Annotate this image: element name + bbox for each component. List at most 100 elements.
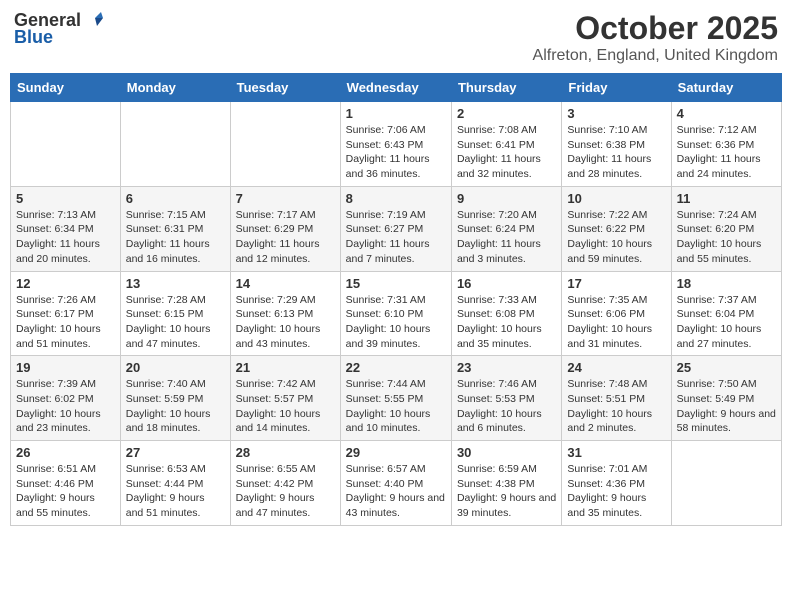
day-info: Sunrise: 6:57 AM Sunset: 4:40 PM Dayligh… [346,462,446,521]
day-number: 9 [457,191,556,206]
calendar-header-row: SundayMondayTuesdayWednesdayThursdayFrid… [11,74,782,102]
weekday-header: Sunday [11,74,121,102]
day-info: Sunrise: 7:44 AM Sunset: 5:55 PM Dayligh… [346,377,446,436]
day-number: 12 [16,276,115,291]
day-number: 5 [16,191,115,206]
calendar-cell [11,102,121,187]
calendar-cell: 16 Sunrise: 7:33 AM Sunset: 6:08 PM Dayli… [451,271,561,356]
calendar-cell: 26 Sunrise: 6:51 AM Sunset: 4:46 PM Dayli… [11,441,121,526]
day-info: Sunrise: 7:10 AM Sunset: 6:38 PM Dayligh… [567,123,665,182]
day-number: 26 [16,445,115,460]
day-number: 13 [126,276,225,291]
day-number: 28 [236,445,335,460]
day-info: Sunrise: 7:26 AM Sunset: 6:17 PM Dayligh… [16,293,115,352]
day-info: Sunrise: 7:48 AM Sunset: 5:51 PM Dayligh… [567,377,665,436]
day-number: 2 [457,106,556,121]
day-info: Sunrise: 7:50 AM Sunset: 5:49 PM Dayligh… [677,377,776,436]
day-number: 3 [567,106,665,121]
day-info: Sunrise: 7:40 AM Sunset: 5:59 PM Dayligh… [126,377,225,436]
calendar-cell: 7Sunrise: 7:17 AM Sunset: 6:29 PM Daylig… [230,186,340,271]
calendar-cell: 8Sunrise: 7:19 AM Sunset: 6:27 PM Daylig… [340,186,451,271]
calendar-week-row: 1 Sunrise: 7:06 AM Sunset: 6:43 PM Daylig… [11,102,782,187]
weekday-header: Thursday [451,74,561,102]
day-info: Sunrise: 7:42 AM Sunset: 5:57 PM Dayligh… [236,377,335,436]
calendar-cell: 6Sunrise: 7:15 AM Sunset: 6:31 PM Daylig… [120,186,230,271]
day-info: Sunrise: 7:20 AM Sunset: 6:24 PM Dayligh… [457,208,556,267]
day-info: Sunrise: 7:31 AM Sunset: 6:10 PM Dayligh… [346,293,446,352]
weekday-header: Friday [562,74,671,102]
calendar-cell: 30Sunrise: 6:59 AM Sunset: 4:38 PM Dayli… [451,441,561,526]
calendar-cell: 10 Sunrise: 7:22 AM Sunset: 6:22 PM Dayli… [562,186,671,271]
calendar-cell: 18 Sunrise: 7:37 AM Sunset: 6:04 PM Dayli… [671,271,781,356]
day-number: 10 [567,191,665,206]
day-info: Sunrise: 7:35 AM Sunset: 6:06 PM Dayligh… [567,293,665,352]
day-info: Sunrise: 7:46 AM Sunset: 5:53 PM Dayligh… [457,377,556,436]
day-info: Sunrise: 7:06 AM Sunset: 6:43 PM Dayligh… [346,123,446,182]
day-info: Sunrise: 7:33 AM Sunset: 6:08 PM Dayligh… [457,293,556,352]
day-info: Sunrise: 7:22 AM Sunset: 6:22 PM Dayligh… [567,208,665,267]
day-number: 4 [677,106,776,121]
day-info: Sunrise: 7:19 AM Sunset: 6:27 PM Dayligh… [346,208,446,267]
day-number: 18 [677,276,776,291]
calendar-cell [230,102,340,187]
day-info: Sunrise: 7:12 AM Sunset: 6:36 PM Dayligh… [677,123,776,182]
calendar-cell: 15 Sunrise: 7:31 AM Sunset: 6:10 PM Dayli… [340,271,451,356]
day-info: Sunrise: 7:39 AM Sunset: 6:02 PM Dayligh… [16,377,115,436]
day-number: 15 [346,276,446,291]
calendar-cell [120,102,230,187]
calendar-cell: 27Sunrise: 6:53 AM Sunset: 4:44 PM Dayli… [120,441,230,526]
calendar-cell: 31Sunrise: 7:01 AM Sunset: 4:36 PM Dayli… [562,441,671,526]
day-info: Sunrise: 7:08 AM Sunset: 6:41 PM Dayligh… [457,123,556,182]
day-number: 21 [236,360,335,375]
logo-bird-icon [83,8,105,30]
day-info: Sunrise: 7:24 AM Sunset: 6:20 PM Dayligh… [677,208,776,267]
calendar-week-row: 12 Sunrise: 7:26 AM Sunset: 6:17 PM Dayli… [11,271,782,356]
location-title: Alfreton, England, United Kingdom [533,47,778,65]
calendar-week-row: 26 Sunrise: 6:51 AM Sunset: 4:46 PM Dayli… [11,441,782,526]
calendar-cell: 28 Sunrise: 6:55 AM Sunset: 4:42 PM Dayli… [230,441,340,526]
day-number: 23 [457,360,556,375]
day-info: Sunrise: 7:17 AM Sunset: 6:29 PM Dayligh… [236,208,335,267]
day-info: Sunrise: 6:55 AM Sunset: 4:42 PM Dayligh… [236,462,335,521]
calendar-cell: 1 Sunrise: 7:06 AM Sunset: 6:43 PM Daylig… [340,102,451,187]
day-number: 14 [236,276,335,291]
weekday-header: Wednesday [340,74,451,102]
calendar-cell: 23 Sunrise: 7:46 AM Sunset: 5:53 PM Dayli… [451,356,561,441]
logo: General Blue [14,10,105,48]
calendar-cell: 24 Sunrise: 7:48 AM Sunset: 5:51 PM Dayli… [562,356,671,441]
day-number: 25 [677,360,776,375]
weekday-header: Tuesday [230,74,340,102]
calendar-week-row: 5Sunrise: 7:13 AM Sunset: 6:34 PM Daylig… [11,186,782,271]
calendar-cell: 4 Sunrise: 7:12 AM Sunset: 6:36 PM Daylig… [671,102,781,187]
day-number: 20 [126,360,225,375]
calendar-cell: 3 Sunrise: 7:10 AM Sunset: 6:38 PM Daylig… [562,102,671,187]
calendar-table: SundayMondayTuesdayWednesdayThursdayFrid… [10,73,782,526]
day-info: Sunrise: 7:37 AM Sunset: 6:04 PM Dayligh… [677,293,776,352]
day-number: 11 [677,191,776,206]
day-info: Sunrise: 7:15 AM Sunset: 6:31 PM Dayligh… [126,208,225,267]
calendar-cell: 19 Sunrise: 7:39 AM Sunset: 6:02 PM Dayli… [11,356,121,441]
calendar-cell: 12 Sunrise: 7:26 AM Sunset: 6:17 PM Dayli… [11,271,121,356]
calendar-cell: 5Sunrise: 7:13 AM Sunset: 6:34 PM Daylig… [11,186,121,271]
day-number: 19 [16,360,115,375]
calendar-cell: 29Sunrise: 6:57 AM Sunset: 4:40 PM Dayli… [340,441,451,526]
weekday-header: Saturday [671,74,781,102]
day-number: 30 [457,445,556,460]
calendar-cell: 9 Sunrise: 7:20 AM Sunset: 6:24 PM Daylig… [451,186,561,271]
day-info: Sunrise: 6:51 AM Sunset: 4:46 PM Dayligh… [16,462,115,521]
day-number: 16 [457,276,556,291]
day-number: 1 [346,106,446,121]
day-number: 22 [346,360,446,375]
day-number: 24 [567,360,665,375]
logo-blue: Blue [14,27,53,48]
calendar-cell: 17Sunrise: 7:35 AM Sunset: 6:06 PM Dayli… [562,271,671,356]
calendar-cell: 21 Sunrise: 7:42 AM Sunset: 5:57 PM Dayli… [230,356,340,441]
day-info: Sunrise: 6:53 AM Sunset: 4:44 PM Dayligh… [126,462,225,521]
calendar-cell: 2 Sunrise: 7:08 AM Sunset: 6:41 PM Daylig… [451,102,561,187]
page-header: General Blue October 2025 Alfreton, Engl… [10,10,782,65]
day-info: Sunrise: 7:29 AM Sunset: 6:13 PM Dayligh… [236,293,335,352]
weekday-header: Monday [120,74,230,102]
calendar-cell: 20 Sunrise: 7:40 AM Sunset: 5:59 PM Dayli… [120,356,230,441]
calendar-week-row: 19 Sunrise: 7:39 AM Sunset: 6:02 PM Dayli… [11,356,782,441]
calendar-cell: 22 Sunrise: 7:44 AM Sunset: 5:55 PM Dayli… [340,356,451,441]
